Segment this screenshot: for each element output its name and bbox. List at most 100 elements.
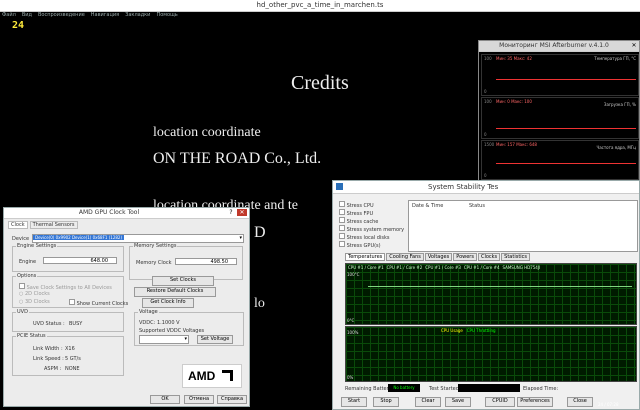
graph-line bbox=[496, 163, 636, 164]
menu-help[interactable]: Помощь bbox=[156, 12, 177, 20]
tab-temperatures[interactable]: Temperatures bbox=[345, 253, 386, 261]
tab-cooling-fans[interactable]: Cooling Fans bbox=[386, 253, 424, 261]
memory-settings-group: Memory Settings Memory Clock 498.50 bbox=[129, 243, 243, 280]
legend-item[interactable]: CPU #1 / Core #3 bbox=[425, 265, 461, 270]
preferences-button[interactable]: Preferences bbox=[517, 397, 553, 407]
graph-bottom-tick: 0 bbox=[484, 173, 487, 178]
stress-fpu-check[interactable]: Stress FPU bbox=[339, 209, 404, 217]
uvd-title: UVD bbox=[16, 309, 29, 315]
close-icon[interactable]: ✕ bbox=[237, 209, 247, 216]
memory-field[interactable]: 498.50 bbox=[175, 258, 237, 265]
checkbox[interactable] bbox=[339, 241, 345, 247]
legend-item[interactable]: CPU #1 / Core #4 bbox=[464, 265, 500, 270]
msi-title: Мониторинг MSI Afterburner v.4.1.0 bbox=[499, 42, 609, 49]
clear-button[interactable]: Clear bbox=[415, 397, 441, 407]
stop-button[interactable]: Stop bbox=[373, 397, 399, 407]
restore-default-clocks-button[interactable]: Restore Default Clocks bbox=[134, 287, 216, 297]
temperature-line bbox=[368, 286, 632, 287]
checkbox[interactable] bbox=[339, 233, 345, 239]
menu-bookmarks[interactable]: Закладки bbox=[125, 12, 150, 20]
amd-gpu-clock-tool-window: AMD GPU Clock Tool ? ✕ Clock Thermal Sen… bbox=[3, 207, 250, 407]
stability-titlebar: System Stability Tes bbox=[333, 181, 639, 194]
start-button[interactable]: Start bbox=[341, 397, 367, 407]
memory-label: Memory Clock bbox=[136, 260, 172, 266]
credits-line-1: location coordinate bbox=[153, 125, 261, 140]
checkbox[interactable] bbox=[339, 201, 345, 207]
menu-playback[interactable]: Воспроизведение bbox=[38, 12, 85, 20]
tab-clocks[interactable]: Clocks bbox=[477, 253, 501, 261]
engine-label: Engine bbox=[19, 259, 37, 265]
cpuid-button[interactable]: CPUID bbox=[485, 397, 515, 407]
menu-file[interactable]: Файл bbox=[2, 12, 16, 20]
tab-statistics[interactable]: Statistics bbox=[501, 253, 531, 261]
set-clocks-button[interactable]: Set Clocks bbox=[152, 276, 214, 286]
close-button[interactable]: Close bbox=[567, 397, 593, 407]
msi-graph-gpu-load: 100 0 Мин: 0 Макс: 100 Загрузка ГП, % bbox=[481, 97, 639, 139]
amd-arrow-icon bbox=[222, 370, 233, 381]
stress-disks-check[interactable]: Stress local disks bbox=[339, 233, 404, 241]
voltage-title: Voltage bbox=[138, 309, 159, 315]
credits-line-5: lo bbox=[254, 296, 265, 311]
clocks-3d-option[interactable]: ○ 3D Clocks bbox=[19, 299, 50, 305]
get-clock-info-button[interactable]: Get Clock Info bbox=[142, 298, 194, 308]
tab-powers[interactable]: Powers bbox=[453, 253, 477, 261]
checkbox[interactable] bbox=[339, 209, 345, 215]
graph-stats: Мин: 157 Макс: 648 bbox=[496, 142, 537, 147]
chevron-down-icon[interactable]: ▾ bbox=[239, 235, 242, 241]
aspm-label: ASPM : bbox=[44, 366, 62, 372]
link-width-label: Link Width : bbox=[33, 346, 63, 352]
menu-navigation[interactable]: Навигация bbox=[91, 12, 119, 20]
save-clocks-option[interactable]: Save Clock Settings to All Devices bbox=[19, 283, 112, 291]
cancel-button[interactable]: Отмена bbox=[184, 395, 214, 404]
cpu-usage-graph: CPU Usage | CPU Throttling 100% 0% bbox=[345, 326, 637, 382]
stability-title: System Stability Tes bbox=[428, 183, 499, 191]
tab-clock[interactable]: Clock bbox=[8, 221, 28, 229]
elapsed-time-label: Elapsed Time: bbox=[523, 386, 559, 392]
stress-cpu-check[interactable]: Stress CPU bbox=[339, 201, 404, 209]
graph-label: Температура ГП, °С bbox=[594, 56, 636, 61]
remaining-battery-label: Remaining Battery: bbox=[345, 386, 393, 392]
graph-top-tick: 100 bbox=[484, 56, 492, 61]
uvd-status-label: UVD Status : bbox=[33, 321, 65, 327]
clocks-2d-option[interactable]: ○ 2D Clocks bbox=[19, 291, 50, 297]
supported-voltages-select[interactable]: ▾ bbox=[139, 335, 189, 344]
temp-bottom-label: 0°C bbox=[347, 318, 355, 323]
stress-memory-check[interactable]: Stress system memory bbox=[339, 225, 404, 233]
ok-button[interactable]: OK bbox=[150, 395, 180, 404]
col-status: Status bbox=[469, 203, 485, 209]
show-current-clocks-option[interactable]: Show Current Clocks bbox=[69, 299, 128, 307]
stress-cache-check[interactable]: Stress cache bbox=[339, 217, 404, 225]
tab-bar: Temperatures Cooling Fans Voltages Power… bbox=[345, 253, 531, 261]
amd-titlebar: AMD GPU Clock Tool ? ✕ bbox=[4, 208, 249, 219]
checkbox[interactable] bbox=[339, 225, 345, 231]
checkbox[interactable] bbox=[339, 217, 345, 223]
chevron-down-icon[interactable]: ▾ bbox=[184, 336, 187, 342]
log-table[interactable]: Date & Time Status bbox=[408, 200, 638, 252]
test-started-label: Test Started: bbox=[429, 386, 461, 392]
memory-settings-title: Memory Settings bbox=[133, 243, 178, 249]
tab-voltages[interactable]: Voltages bbox=[424, 253, 453, 261]
engine-settings-group: Engine Settings Engine 648.00 bbox=[12, 243, 124, 272]
set-voltage-button[interactable]: Set Voltage bbox=[197, 335, 233, 344]
legend-item[interactable]: SAMSUNG HD754JI bbox=[503, 265, 541, 270]
close-icon[interactable]: ✕ bbox=[629, 42, 639, 49]
vddc-label: VDDC: bbox=[139, 320, 156, 326]
engine-field[interactable]: 648.00 bbox=[43, 257, 117, 264]
stress-gpu-check[interactable]: Stress GPU(s) bbox=[339, 241, 404, 249]
save-button[interactable]: Save bbox=[445, 397, 471, 407]
msi-graph-gpu-temp: 100 0 Мин: 35 Макс: 42 Температура ГП, °… bbox=[481, 54, 639, 96]
menu-view[interactable]: Вид bbox=[22, 12, 32, 20]
device-select[interactable]: Device(0) 0x9902 Device(1) 0x68F1 (1282)… bbox=[32, 234, 244, 243]
legend-item[interactable]: CPU #1 / Core #2 bbox=[387, 265, 423, 270]
tab-thermal-sensors[interactable]: Thermal Sensors bbox=[29, 221, 78, 229]
graph-top-tick: 1500 bbox=[484, 142, 495, 147]
legend-item[interactable]: CPU #1 / Core #1 bbox=[348, 265, 384, 270]
temperature-legend: CPU #1 / Core #1 CPU #1 / Core #2 CPU #1… bbox=[348, 265, 540, 270]
options-title: Options bbox=[16, 273, 38, 279]
col-date-time: Date & Time bbox=[412, 203, 444, 209]
help-icon[interactable]: ? bbox=[226, 209, 236, 216]
link-speed-value: 5 GT/s bbox=[65, 356, 81, 362]
remaining-battery-value: No battery bbox=[388, 384, 420, 392]
amd-tab-bar: Clock Thermal Sensors bbox=[8, 221, 78, 229]
help-button[interactable]: Справка bbox=[217, 395, 247, 404]
